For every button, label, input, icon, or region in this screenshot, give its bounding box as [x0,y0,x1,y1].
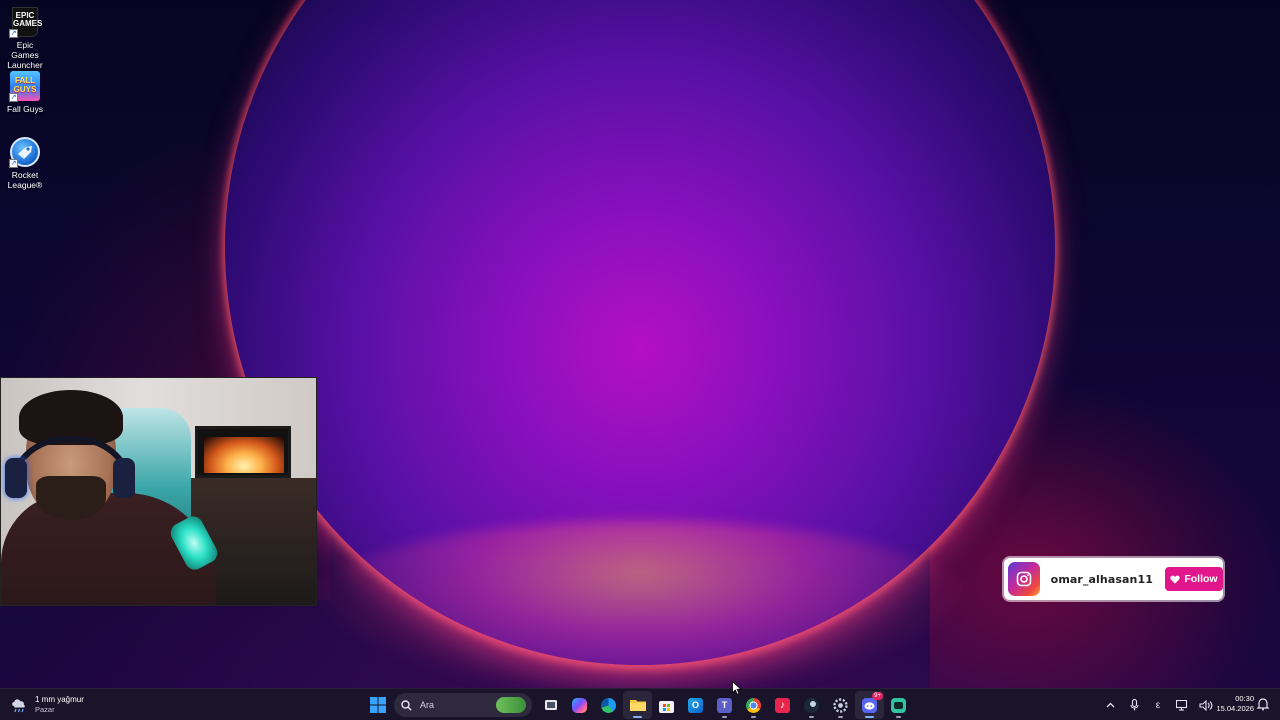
steam-icon [804,697,819,713]
input-language-button[interactable]: ε [1146,691,1170,719]
microphone-tray-button[interactable] [1122,691,1146,719]
desktop-icon-label: Rocket League® [7,170,43,190]
webcam-fireplace-screen [204,437,284,473]
system-tray: ε [1098,689,1218,720]
copilot-button[interactable] [565,691,594,719]
wallpaper-glow-bottom [300,520,980,688]
desktop-icon-rocket-league[interactable]: ↗ Rocket League® [2,136,48,190]
outlook-icon: O [688,697,703,713]
desktop-icon-label: Fall Guys [7,104,43,114]
shortcut-arrow-icon: ↗ [9,159,18,168]
webcam-overlay [0,377,317,606]
headset-earcup-right [113,458,135,498]
webcam-streamer [1,390,216,605]
edge-button[interactable] [594,691,623,719]
running-indicator [865,716,874,718]
network-icon [1175,699,1187,711]
show-hidden-icons-button[interactable] [1098,691,1122,719]
desktop-icon-label: Epic Games Launcher [7,40,43,70]
task-view-button[interactable] [536,691,565,719]
taskbar-search[interactable]: Ara [394,693,532,717]
instagram-follow-badge: omar_alhasan11 Follow [1004,558,1223,600]
running-indicator [751,716,756,718]
settings-button[interactable] [826,691,855,719]
running-indicator [838,716,843,718]
microphone-icon [1129,699,1139,711]
search-icon [401,699,412,711]
outlook-button[interactable]: O [681,691,710,719]
streamlabs-button[interactable] [884,691,913,719]
taskbar-clock[interactable]: 00:30 15.04.2026 [1208,694,1254,714]
teams-button[interactable]: T [710,691,739,719]
weather-condition: 1 mm yağmur [35,695,84,704]
search-placeholder: Ara [420,700,435,710]
headset-earcup-left [5,458,27,498]
chrome-icon [746,697,761,713]
running-indicator [722,716,727,718]
mouse-cursor-icon [732,681,742,695]
task-view-icon [544,700,557,710]
running-indicator [633,716,642,718]
file-explorer-button[interactable] [623,691,652,719]
notification-bell-icon [1256,698,1270,711]
follow-button[interactable]: Follow [1164,567,1223,591]
fall-guys-icon: FALL GUYS ↗ [9,70,41,102]
desktop-icon-epic-games[interactable]: EPIC GAMES ↗ Epic Games Launcher [2,6,48,70]
tiktok-button[interactable]: ♪ [768,691,797,719]
running-indicator [896,716,901,718]
taskbar: 1 mm yağmur Pazar Ara O T ♪ 9+ ε 00:30 1… [0,688,1280,720]
follow-button-label: Follow [1184,573,1218,585]
start-button[interactable] [363,691,392,719]
taskbar-center: Ara O T ♪ 9+ [363,689,913,720]
discord-button[interactable]: 9+ [855,691,884,719]
settings-gear-icon [833,697,848,713]
discord-notification-badge: 9+ [872,692,883,700]
folder-icon [629,700,646,711]
shortcut-arrow-icon: ↗ [9,93,18,102]
teams-icon: T [717,697,732,713]
store-icon [659,700,674,713]
chrome-button[interactable] [739,691,768,719]
epic-games-icon: EPIC GAMES ↗ [9,6,42,38]
steam-button[interactable] [797,691,826,719]
instagram-username: omar_alhasan11 [1050,572,1153,586]
heart-icon [1170,575,1181,584]
chevron-up-icon [1106,702,1114,708]
desktop-icon-fall-guys[interactable]: FALL GUYS ↗ Fall Guys [2,70,48,114]
clock-time: 00:30 [1235,694,1254,703]
weather-widget[interactable]: 1 mm yağmur Pazar [10,692,84,718]
windows-start-icon [369,697,386,713]
rocket-league-icon: ↗ [9,136,41,168]
weather-day: Pazar [35,705,55,714]
clock-date: 15.04.2026 [1216,704,1254,713]
microsoft-store-button[interactable] [652,691,681,719]
edge-icon [601,697,616,713]
copilot-icon [572,697,587,713]
streamlabs-icon [891,697,906,713]
network-button[interactable] [1170,691,1194,719]
rain-cloud-icon [12,699,25,713]
running-indicator [809,716,814,718]
instagram-icon [1008,562,1040,596]
shortcut-arrow-icon: ↗ [9,29,18,38]
tiktok-icon: ♪ [775,697,790,713]
notification-center-button[interactable] [1256,697,1270,711]
search-highlight-image [496,697,526,713]
